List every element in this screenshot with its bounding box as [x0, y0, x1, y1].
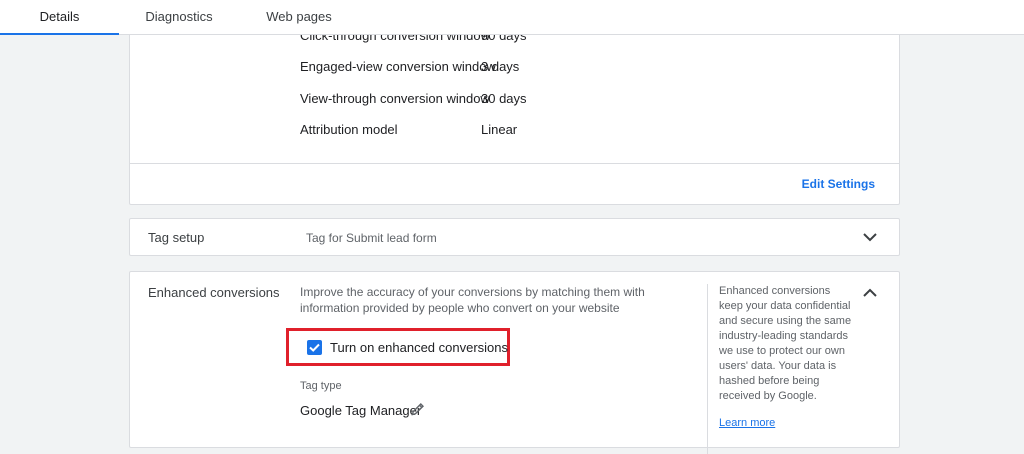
enhanced-conversions-label: Enhanced conversions: [148, 285, 280, 300]
enhanced-conversions-description: Improve the accuracy of your conversions…: [300, 285, 645, 315]
tab-diagnostics[interactable]: Diagnostics: [125, 0, 233, 34]
setting-label-attribution-model: Attribution model: [300, 122, 398, 137]
setting-value-view-through: 30 days: [481, 91, 527, 106]
setting-label-view-through: View-through conversion window: [300, 91, 490, 106]
tag-type-label: Tag type: [300, 380, 342, 392]
enhanced-conversions-info: Enhanced conversions keep your data conf…: [719, 285, 852, 402]
enhanced-conversions-card: Enhanced conversions Improve the accurac…: [129, 271, 900, 454]
chevron-up-icon[interactable]: [860, 283, 880, 303]
enhanced-conversions-checkbox-label[interactable]: Turn on enhanced conversions: [330, 340, 508, 355]
enhanced-conversions-checkbox[interactable]: [307, 340, 322, 355]
setting-label-engaged-view: Engaged-view conversion window: [300, 59, 496, 74]
divider: [130, 163, 899, 164]
divider: [707, 284, 708, 454]
tag-setup-card[interactable]: Tag setup Tag for Submit lead form: [129, 218, 900, 256]
tab-details[interactable]: Details: [0, 0, 119, 35]
setting-value-attribution-model: Linear: [481, 122, 518, 137]
checkmark-icon: [309, 343, 320, 352]
tag-type-value: Google Tag Manager: [300, 403, 422, 418]
tag-setup-description: Tag for Submit lead form: [306, 231, 437, 245]
pencil-icon[interactable]: [410, 401, 426, 417]
setting-value-engaged-view: 3 days: [481, 59, 520, 74]
tag-setup-label: Tag setup: [148, 230, 205, 245]
tab-bar: Details Diagnostics Web pages: [0, 0, 1024, 35]
tab-web-pages[interactable]: Web pages: [245, 0, 353, 34]
edit-settings-button[interactable]: Edit Settings: [802, 177, 875, 191]
chevron-down-icon[interactable]: [860, 227, 880, 247]
learn-more-link[interactable]: Learn more: [719, 417, 775, 429]
